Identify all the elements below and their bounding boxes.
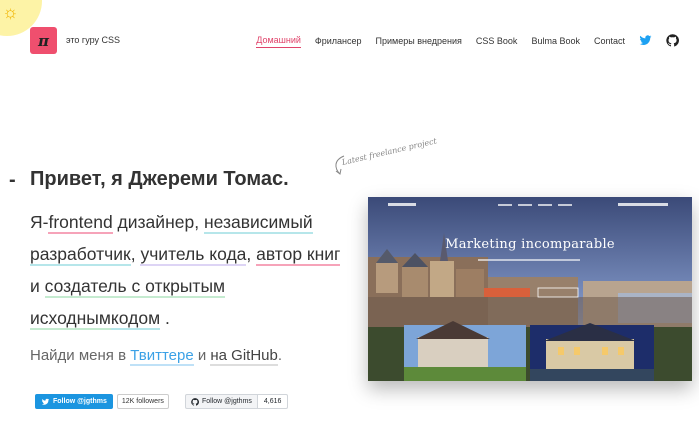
logo-glyph: π [38, 31, 49, 50]
intro-end: . [160, 308, 170, 328]
code-teacher-label: учитель кода [140, 244, 247, 266]
project-screenshot[interactable]: Marketing incomparable [368, 197, 692, 381]
intro-prefix: Я- [30, 212, 49, 232]
github-followers-count[interactable]: 4,616 [257, 394, 289, 409]
find-me-text: Найди меня в Твиттере и на GitHub. [30, 347, 283, 366]
nav-item-showcase[interactable]: Примеры внедрения [376, 34, 462, 48]
site-logo[interactable]: π [30, 27, 57, 54]
twitter-follow-widget: Follow @jgthms 12K followers [35, 394, 169, 409]
github-follow-label: Follow @jgthms [202, 398, 252, 405]
intro-sep-3: , [246, 244, 257, 264]
github-follow-widget: Follow @jgthms 4,616 [185, 394, 289, 409]
nav-item-bulma-book[interactable]: Bulma Book [531, 34, 580, 48]
page-title: Привет, я Джереми Томас. [30, 168, 289, 190]
find-suffix: . [277, 347, 283, 364]
intro-sep-2: , [130, 244, 141, 264]
github-follow-button[interactable]: Follow @jgthms [185, 394, 258, 409]
nav-item-contact[interactable]: Contact [594, 34, 625, 48]
project-preview-image [368, 197, 692, 381]
intro-text: Я-frontend дизайнер, независимый разрабо… [30, 206, 350, 334]
twitter-followers-count[interactable]: 12K followers [116, 394, 169, 409]
sun-icon[interactable]: ☼ [2, 3, 19, 21]
book-author-label: автор книг [256, 244, 341, 266]
twitter-link[interactable]: Твиттере [130, 347, 194, 366]
designer-text: дизайнер [112, 212, 195, 232]
brand-name[interactable]: это гуру CSS [66, 35, 120, 45]
project-headline: Marketing incomparable [445, 237, 615, 252]
github-mark-icon [191, 397, 199, 406]
intro-and: и [30, 276, 45, 296]
twitter-bird-icon [41, 398, 50, 405]
intro-sep-1: , [194, 212, 204, 232]
find-prefix: Найди меня в [30, 347, 131, 364]
github-link[interactable]: на GitHub [210, 347, 278, 366]
twitter-follow-button[interactable]: Follow @jgthms [35, 394, 113, 409]
twitter-icon[interactable] [639, 34, 652, 47]
nav-item-css-book[interactable]: CSS Book [476, 34, 518, 48]
twitter-follow-label: Follow @jgthms [53, 398, 107, 405]
heading-dash: - [9, 169, 16, 191]
nav-item-freelancer[interactable]: Фрилансер [315, 34, 362, 48]
frontend-label: frontend [48, 212, 113, 234]
main-nav: Домашний Фрилансер Примеры внедрения CSS… [242, 33, 679, 48]
github-icon[interactable] [666, 34, 679, 47]
nav-item-home[interactable]: Домашний [256, 33, 301, 48]
code-word: кодом [110, 308, 161, 330]
find-mid: и [193, 347, 211, 364]
